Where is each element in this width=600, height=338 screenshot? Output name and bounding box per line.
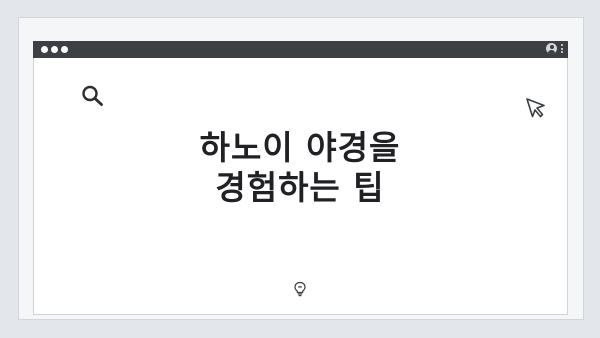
headline-line-2: 경험하는 팁 [215,168,385,207]
page-title: 하노이 야경을 경험하는 팁 [0,128,600,208]
cursor-icon [526,98,545,118]
search-icon [82,85,103,106]
kebab-menu-icon[interactable] [561,44,563,53]
window-control-dot[interactable] [41,46,48,53]
titlebar-actions [546,43,563,54]
window-titlebar [33,41,568,58]
lightbulb-icon [294,281,306,297]
user-icon[interactable] [546,43,557,54]
page: 하노이 야경을 경험하는 팁 [0,0,600,338]
window-control-dot[interactable] [51,46,58,53]
window-control-dot[interactable] [61,46,68,53]
headline-line-1: 하노이 야경을 [199,128,401,167]
